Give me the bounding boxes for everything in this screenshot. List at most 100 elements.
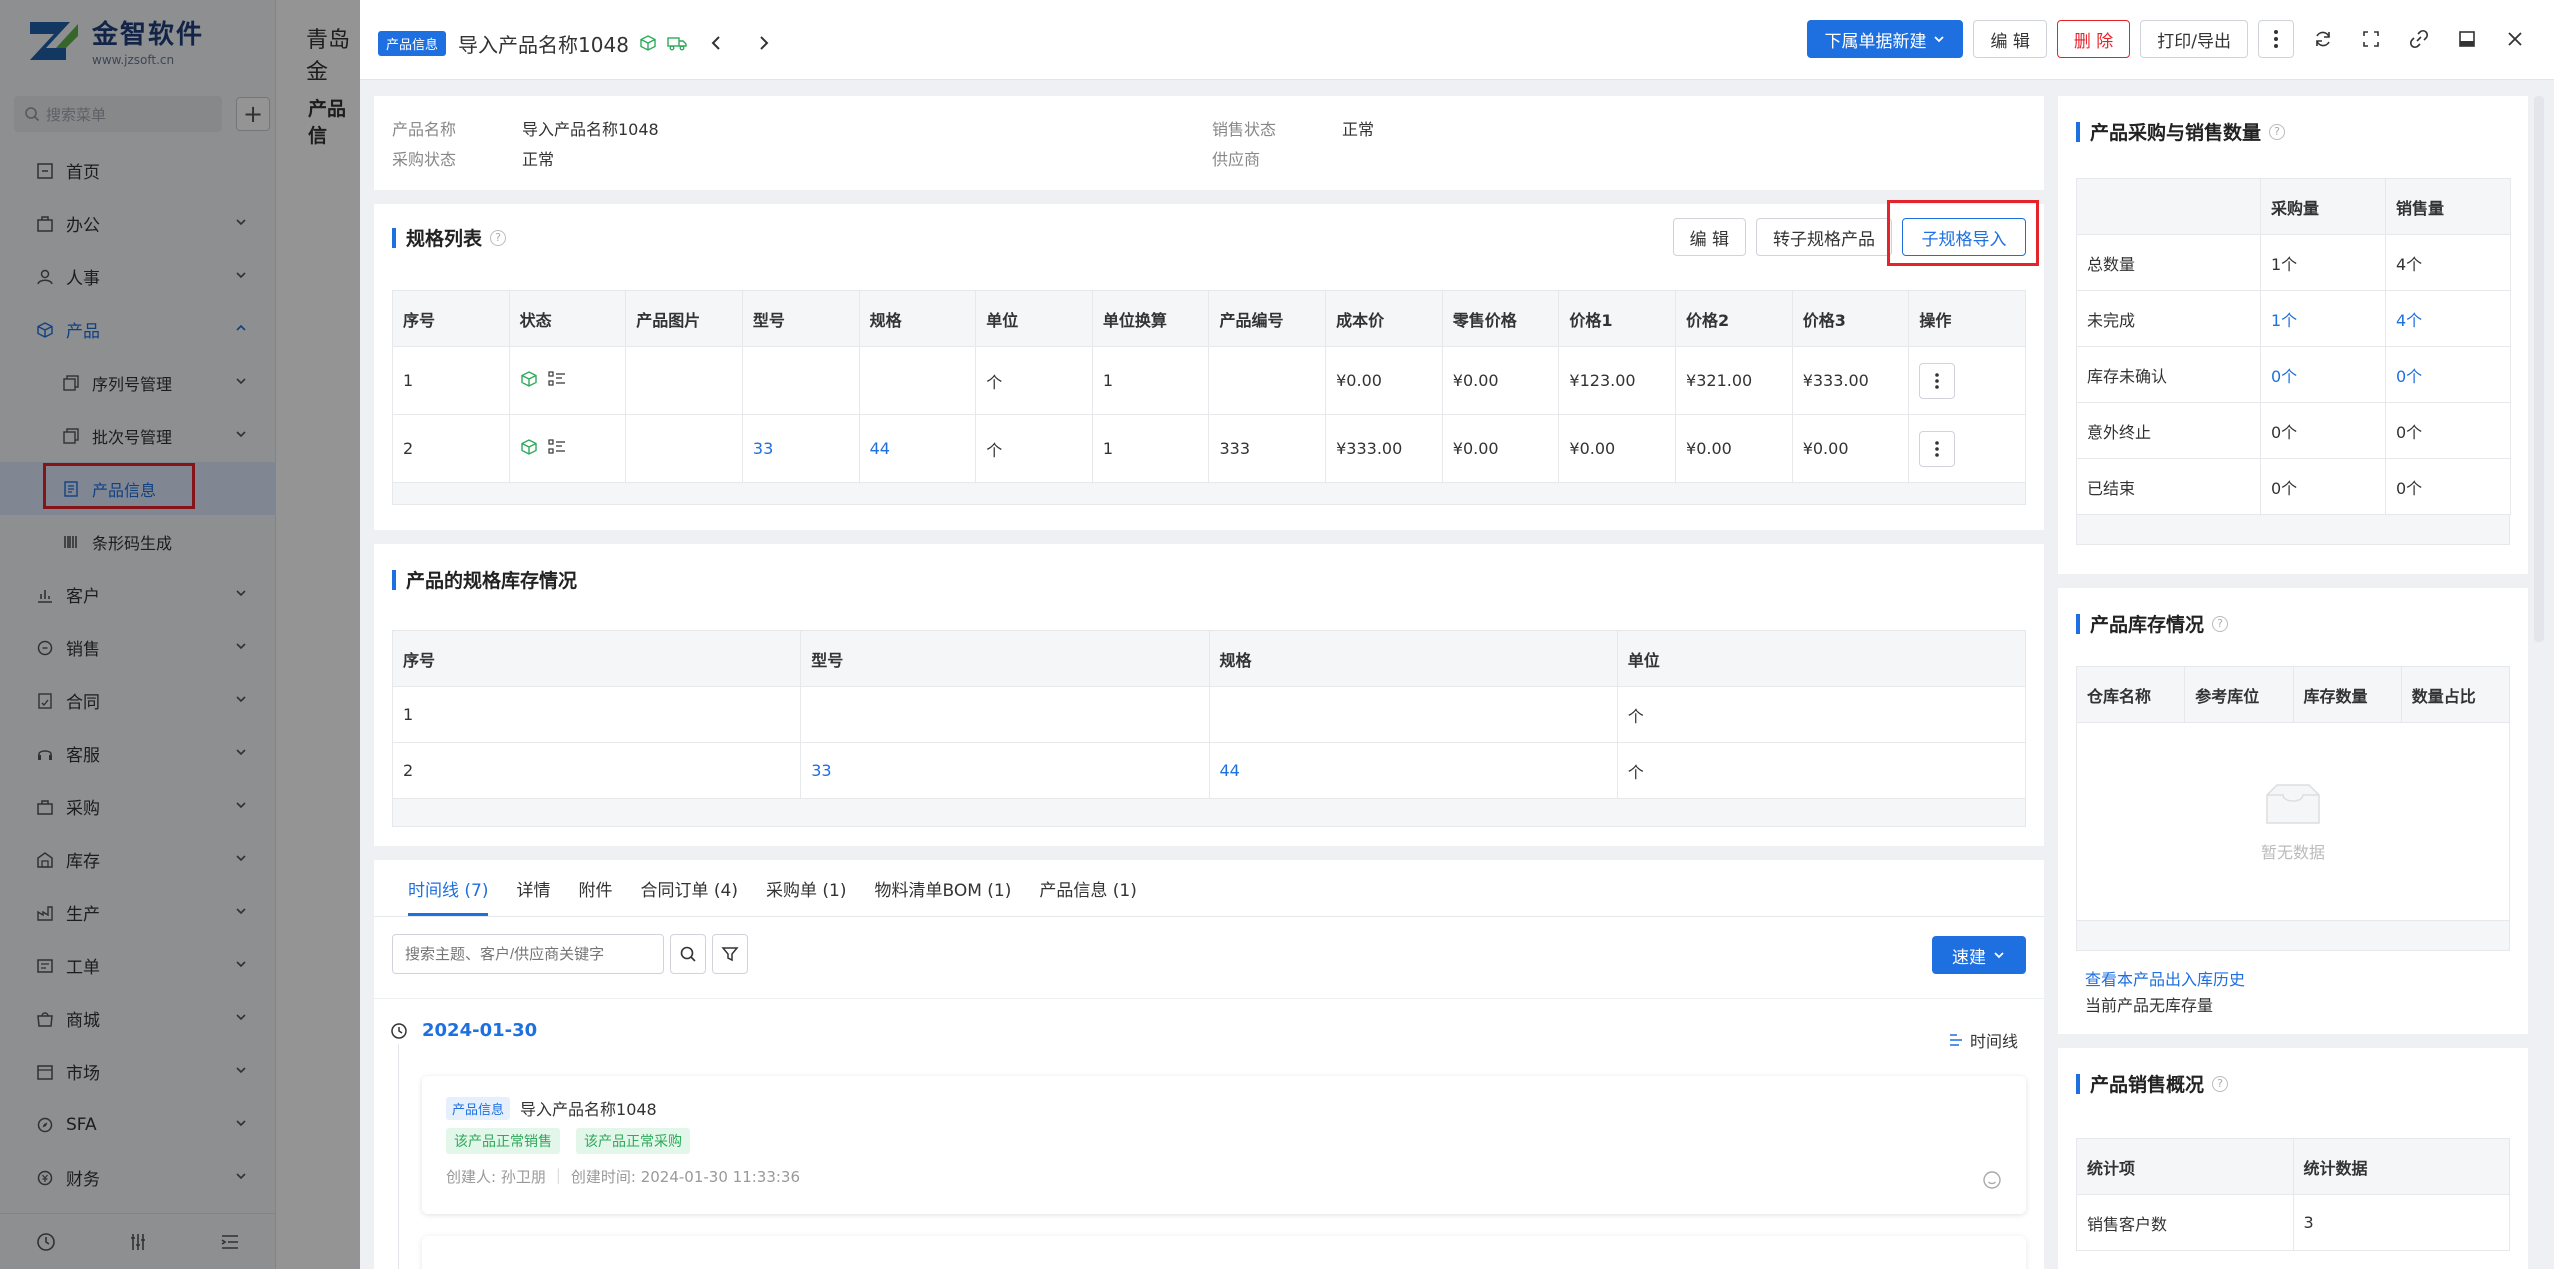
cell[interactable]: 44 [1208, 742, 1618, 799]
highlight-box [1887, 200, 2039, 266]
tab-timeline[interactable]: 时间线 (7) [394, 860, 502, 916]
row-label: 意外终止 [2076, 402, 2261, 459]
delete-button[interactable]: 删 除 [2056, 20, 2131, 58]
entry-creator: 创建人: 孙卫朋 [446, 1168, 546, 1186]
cell[interactable]: 44 [858, 414, 977, 483]
search-icon[interactable] [670, 934, 706, 974]
cell[interactable]: 33 [800, 742, 1210, 799]
entry-created-time: 创建时间: 2024-01-30 11:33:36 [570, 1168, 801, 1186]
col-header: 型号 [741, 290, 860, 347]
table-scrollbar[interactable] [2076, 515, 2510, 545]
new-subdoc-button[interactable]: 下属单据新建 [1807, 20, 1964, 58]
next-record-icon[interactable] [745, 24, 783, 62]
cell: ¥123.00 [1558, 346, 1677, 415]
drawer-scrollbar[interactable] [2534, 96, 2544, 642]
table-row: 库存未确认 0个 0个 [2076, 346, 2511, 403]
table-row[interactable]: 1 个 1 ¥0.00 ¥0.00 ¥123.00 ¥321.00 ¥333.0… [392, 346, 2026, 415]
table-scrollbar[interactable] [2076, 921, 2510, 951]
close-icon[interactable] [2496, 20, 2534, 58]
stock-card: 产品库存情况 ? 仓库名称 参考库位 库存数量 数量占比 暂无数据 查看本产品出… [2058, 588, 2528, 1034]
tab-product-info[interactable]: 产品信息 (1) [1025, 860, 1150, 916]
cell: 333 [1208, 414, 1327, 483]
entry-title[interactable]: 导入产品名称1048 [520, 1096, 657, 1120]
col-header: 单位 [975, 290, 1093, 347]
col-header: 状态 [508, 290, 627, 347]
fullscreen-icon[interactable] [2352, 20, 2390, 58]
emoji-icon[interactable] [1982, 1170, 2002, 1190]
purchase-status-value: 正常 [522, 150, 555, 169]
tab-bom[interactable]: 物料清单BOM (1) [860, 860, 1025, 916]
spec-edit-button[interactable]: 编 辑 [1672, 218, 1746, 256]
filter-icon[interactable] [712, 934, 748, 974]
cell[interactable]: 33 [741, 414, 860, 483]
cell: ¥321.00 [1675, 346, 1793, 415]
cell[interactable] [1208, 686, 1618, 743]
cell [1208, 346, 1327, 415]
table-row: 已结束 0个 0个 [2076, 458, 2511, 515]
timeline-mode-label[interactable]: 时间线 [1970, 1028, 2018, 1052]
cell: ¥0.00 [1675, 414, 1793, 483]
chevron-down-icon [1994, 952, 2004, 959]
stock-history-link[interactable]: 查看本产品出入库历史 [2085, 966, 2245, 990]
help-icon[interactable]: ? [490, 229, 507, 246]
more-icon[interactable] [2258, 20, 2294, 58]
refresh-icon[interactable] [2304, 20, 2342, 58]
table-scrollbar[interactable] [392, 799, 2026, 827]
col-header: 价格3 [1791, 290, 1910, 347]
timeline-entry[interactable]: 产品信息 导入产品名称1048 该产品正常销售 该产品正常采购 创建人: 孙卫朋… [422, 1076, 2026, 1214]
col-header: 单位换算 [1091, 290, 1210, 347]
purchase-qty[interactable]: 0个 [2260, 346, 2386, 403]
table-row: 1 个 [391, 686, 2027, 743]
table-scrollbar[interactable] [392, 483, 2026, 505]
sales-overview-card: 产品销售概况 ? 统计项 统计数据 销售客户数 3 [2058, 1048, 2528, 1269]
dock-icon[interactable] [2448, 20, 2486, 58]
help-icon[interactable]: ? [2212, 1075, 2229, 1092]
tab-attachments[interactable]: 附件 [564, 860, 626, 916]
col-header: 参考库位 [2184, 666, 2294, 723]
help-icon[interactable]: ? [2269, 123, 2286, 140]
purchase-qty[interactable]: 1个 [2260, 290, 2386, 347]
timeline-entry[interactable] [422, 1236, 2026, 1269]
quick-create-button[interactable]: 速建 [1932, 936, 2026, 974]
purchase-sales-table: 采购量 销售量 总数量 1个 4个 未完成 1个 4个 库存未确认 0个 0个 意外终止 0个… [2076, 178, 2511, 515]
tab-detail[interactable]: 详情 [502, 860, 564, 916]
tab-contract-orders[interactable]: 合同订单 (4) [626, 860, 751, 916]
sales-status-value: 正常 [1342, 120, 1375, 139]
cell[interactable] [741, 346, 860, 415]
entry-type-tag: 产品信息 [446, 1096, 511, 1120]
page-title: 导入产品名称1048 [458, 32, 629, 57]
row-more-icon[interactable] [1919, 362, 1956, 399]
clock-icon [391, 1022, 407, 1039]
spec-stock-table: 序号 型号 规格 单位 1 个 2 33 44 个 [391, 630, 2027, 799]
table-row[interactable]: 2 33 44 个 1 333 ¥333.00 ¥0.00 ¥0.00 ¥0.0… [392, 414, 2026, 483]
modal-overlay[interactable] [0, 0, 360, 1269]
cell[interactable] [858, 346, 977, 415]
row-more-icon[interactable] [1919, 430, 1956, 467]
sales-qty[interactable]: 0个 [2385, 346, 2511, 403]
prev-record-icon[interactable] [697, 24, 735, 62]
timeline-card: 时间线 (7) 详情 附件 合同订单 (4) 采购单 (1) 物料清单BOM (… [374, 860, 2044, 1269]
cube-status-icon [520, 438, 537, 455]
link-icon[interactable] [2400, 20, 2438, 58]
cell [625, 414, 743, 483]
cell: 3 [2292, 1194, 2510, 1251]
drawer-header: 产品信息 导入产品名称1048 下属单据新建 编 辑 删 除 打印/导出 [360, 0, 2554, 80]
edit-button[interactable]: 编 辑 [1973, 20, 2047, 58]
to-spec-product-button[interactable]: 转子规格产品 [1756, 218, 1892, 256]
col-header: 序号 [392, 290, 510, 347]
timeline-search-input[interactable] [392, 934, 664, 974]
stock-title: 产品库存情况 [2090, 614, 2205, 636]
table-row: 未完成 1个 4个 [2076, 290, 2511, 347]
cell: 2 [391, 742, 802, 799]
col-header: 仓库名称 [2075, 666, 2186, 723]
print-export-button[interactable]: 打印/导出 [2140, 20, 2248, 58]
cell: ¥333.00 [1791, 346, 1910, 415]
tab-purchase-orders[interactable]: 采购单 (1) [752, 860, 860, 916]
table-row: 销售客户数 3 [2076, 1194, 2510, 1251]
help-icon[interactable]: ? [2212, 615, 2229, 632]
empty-text: 暂无数据 [2260, 842, 2325, 862]
empty-box-icon [2266, 783, 2320, 824]
sales-qty[interactable]: 4个 [2385, 290, 2511, 347]
spec-stock-title: 产品的规格库存情况 [406, 570, 578, 592]
cell[interactable] [800, 686, 1210, 743]
